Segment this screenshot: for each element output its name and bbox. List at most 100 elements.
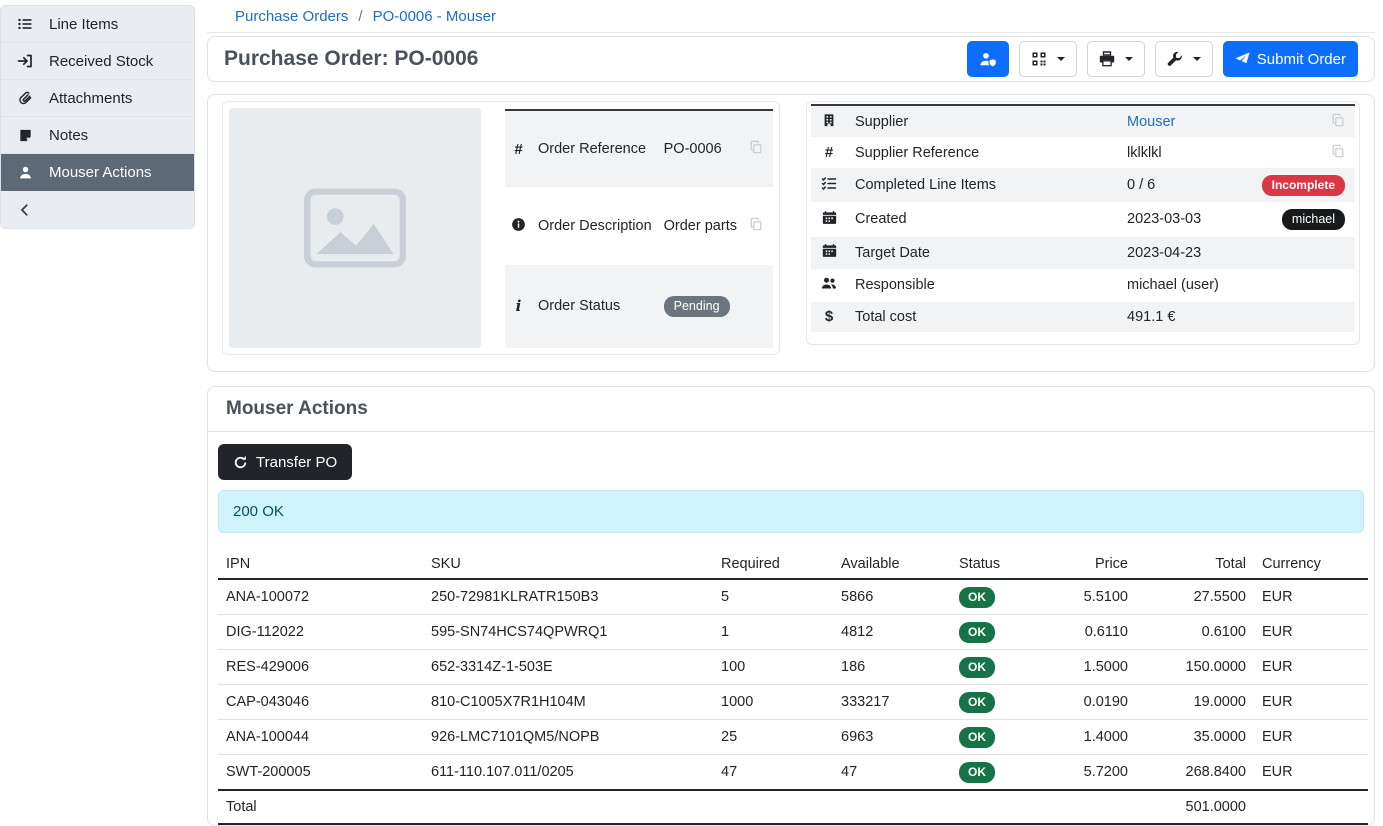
- cell-total: 0.6100: [1136, 615, 1254, 650]
- cell-required: 47: [713, 755, 833, 791]
- submit-order-button[interactable]: Submit Order: [1223, 41, 1358, 77]
- cell-status: OK: [951, 615, 1046, 650]
- order-details-panel: #Order ReferencePO-0006Order Description…: [207, 94, 1375, 372]
- footer-total-label: Total: [218, 790, 423, 824]
- footer-empty-cell: [423, 790, 713, 824]
- detail-value: 2023-04-23: [1119, 237, 1245, 269]
- sidebar-item-label: Line Items: [49, 16, 118, 33]
- breadcrumb-separator: /: [358, 8, 362, 25]
- copy-icon[interactable]: [1331, 144, 1345, 158]
- footer-empty-cell: [1046, 790, 1136, 824]
- order-image-placeholder[interactable]: [229, 108, 481, 348]
- panel-header: Mouser Actions: [208, 387, 1374, 432]
- status-alert: 200 OK: [218, 490, 1364, 533]
- footer-total-value: 501.0000: [1136, 790, 1254, 824]
- sidebar-item-received-stock[interactable]: Received Stock: [1, 43, 194, 80]
- detail-value: Order parts: [658, 187, 743, 264]
- paperclip-icon: [16, 90, 34, 106]
- copy-icon[interactable]: [749, 140, 763, 154]
- users-icon: [811, 269, 847, 302]
- detail-value: michael (user): [1119, 269, 1245, 302]
- cell-available: 4812: [833, 615, 951, 650]
- cell-ipn: RES-429006: [218, 650, 423, 685]
- detail-value: 491.1 €: [1119, 302, 1245, 332]
- panel-title: Mouser Actions: [226, 398, 1356, 420]
- print-actions-button[interactable]: [1087, 41, 1145, 77]
- send-icon: [1235, 52, 1250, 67]
- info-icon: [505, 187, 532, 264]
- order-summary-card: #Order ReferencePO-0006Order Description…: [222, 101, 780, 355]
- detail-row-order-status: iOrder StatusPending: [505, 265, 773, 348]
- detail-value: Pending: [658, 265, 743, 348]
- col-header-status[interactable]: Status: [951, 549, 1046, 579]
- detail-row-order-reference: #Order ReferencePO-0006: [505, 110, 773, 187]
- detail-trailing-cell: [1245, 105, 1355, 137]
- detail-trailing-cell: [743, 187, 773, 264]
- list-icon: [16, 16, 34, 32]
- cell-total: 27.5500: [1136, 579, 1254, 615]
- detail-label: Order Description: [532, 187, 658, 264]
- detail-row-completed-line-items: Completed Line Items0 / 6Incomplete: [811, 168, 1355, 202]
- footer-empty-cell: [951, 790, 1046, 824]
- sidebar-collapse-button[interactable]: [1, 191, 194, 228]
- sidebar-item-mouser-actions[interactable]: Mouser Actions: [1, 154, 194, 191]
- detail-row-responsible: Responsiblemichael (user): [811, 269, 1355, 302]
- sidebar-item-line-items[interactable]: Line Items: [1, 6, 194, 43]
- table-row: SWT-200005611-110.107.011/02054747OK5.72…: [218, 755, 1368, 791]
- col-header-sku[interactable]: SKU: [423, 549, 713, 579]
- breadcrumb-link-purchase-orders[interactable]: Purchase Orders: [235, 8, 348, 25]
- cell-currency: EUR: [1254, 650, 1368, 685]
- admin-actions-button[interactable]: [1155, 41, 1213, 77]
- detail-value: 2023-03-03: [1119, 202, 1245, 237]
- footer-empty-cell: [713, 790, 833, 824]
- page-title: Purchase Order: PO-0006: [224, 47, 478, 71]
- detail-trailing-cell: [1245, 137, 1355, 168]
- cell-available: 6963: [833, 720, 951, 755]
- order-actions-button[interactable]: [967, 41, 1009, 77]
- supplier-details-card: SupplierMouser#Supplier Referencelklklkl…: [806, 101, 1360, 345]
- copy-icon[interactable]: [1331, 113, 1345, 127]
- cell-ipn: DIG-112022: [218, 615, 423, 650]
- ok-badge: OK: [959, 762, 995, 783]
- table-header-row: IPNSKURequiredAvailableStatusPriceTotalC…: [218, 549, 1368, 579]
- col-header-currency[interactable]: Currency: [1254, 549, 1368, 579]
- hash-icon: #: [811, 137, 847, 168]
- breadcrumb: Purchase Orders / PO-0006 - Mouser: [207, 0, 1375, 33]
- caret-down-icon: [1125, 57, 1133, 61]
- detail-row-order-description: Order DescriptionOrder parts: [505, 187, 773, 264]
- ok-badge: OK: [959, 622, 995, 643]
- barcode-actions-button[interactable]: [1019, 41, 1077, 77]
- col-header-ipn[interactable]: IPN: [218, 549, 423, 579]
- detail-row-target-date: Target Date2023-04-23: [811, 237, 1355, 269]
- calendar-icon: [811, 202, 847, 237]
- cell-price: 1.5000: [1046, 650, 1136, 685]
- user-icon: [16, 165, 34, 180]
- detail-label: Order Status: [532, 265, 658, 348]
- ok-badge: OK: [959, 657, 995, 678]
- cell-sku: 652-3314Z-1-503E: [423, 650, 713, 685]
- supplier-link[interactable]: Mouser: [1127, 114, 1175, 130]
- sidebar-item-label: Received Stock: [49, 53, 153, 70]
- printer-icon: [1099, 51, 1115, 67]
- col-header-price[interactable]: Price: [1046, 549, 1136, 579]
- col-header-total[interactable]: Total: [1136, 549, 1254, 579]
- sidebar: Line Items Received Stock Attachments Notes…: [0, 0, 195, 794]
- caret-down-icon: [1193, 57, 1201, 61]
- cell-price: 0.0190: [1046, 685, 1136, 720]
- detail-label: Order Reference: [532, 110, 658, 187]
- chevron-left-icon: [16, 203, 34, 217]
- detail-trailing-cell: [1245, 269, 1355, 302]
- sidebar-item-attachments[interactable]: Attachments: [1, 80, 194, 117]
- sidebar-item-notes[interactable]: Notes: [1, 117, 194, 154]
- table-footer-row: Total 501.0000: [218, 790, 1368, 824]
- cell-price: 1.4000: [1046, 720, 1136, 755]
- detail-value: Mouser: [1119, 105, 1245, 137]
- order-details-table: #Order ReferencePO-0006Order Description…: [505, 109, 773, 348]
- sidebar-item-label: Notes: [49, 127, 88, 144]
- breadcrumb-link-current-order[interactable]: PO-0006 - Mouser: [373, 8, 496, 25]
- col-header-available[interactable]: Available: [833, 549, 951, 579]
- transfer-po-button[interactable]: Transfer PO: [218, 444, 352, 480]
- copy-icon[interactable]: [749, 217, 763, 231]
- col-header-required[interactable]: Required: [713, 549, 833, 579]
- table-row: ANA-100072250-72981KLRATR150B355866OK5.5…: [218, 579, 1368, 615]
